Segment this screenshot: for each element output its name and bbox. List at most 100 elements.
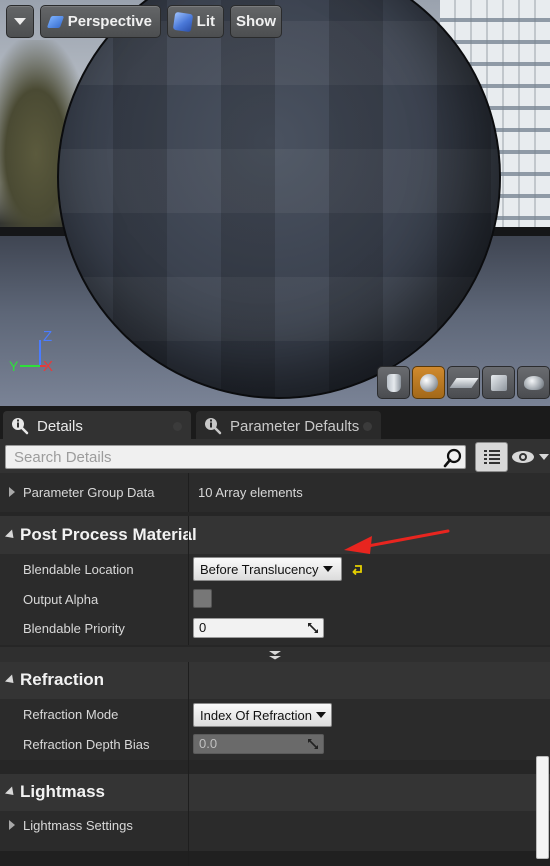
- drag-spin-icon[interactable]: [307, 738, 319, 750]
- chevron-down-icon: [316, 712, 326, 718]
- chevron-down-icon: [14, 18, 26, 25]
- perspective-icon: [46, 15, 64, 28]
- search-input[interactable]: [5, 445, 466, 469]
- dropdown-value: Index Of Refraction: [200, 707, 312, 723]
- section-title: Post Process Material: [20, 525, 197, 544]
- preview-mesh-toolbar: [377, 366, 550, 399]
- search-icon[interactable]: [443, 448, 463, 468]
- column-divider[interactable]: [188, 584, 189, 614]
- section-refraction[interactable]: Refraction: [0, 662, 550, 699]
- numeric-value: 0.0: [199, 736, 218, 751]
- info-search-icon: [12, 418, 29, 435]
- show-advanced-toggle[interactable]: [0, 647, 550, 662]
- viewport-menu-button[interactable]: [6, 5, 34, 38]
- refraction-mode-dropdown[interactable]: Index Of Refraction: [193, 703, 332, 727]
- refraction-depth-bias-input[interactable]: 0.0: [193, 734, 324, 754]
- column-divider[interactable]: [188, 760, 189, 774]
- property-label: Refraction Mode: [23, 707, 119, 722]
- preview-sphere-button[interactable]: [412, 366, 445, 399]
- preview-cube-button[interactable]: [482, 366, 515, 399]
- parameter-group-data-row[interactable]: Parameter Group Data 10 Array elements: [0, 473, 550, 512]
- column-divider[interactable]: [188, 774, 189, 811]
- tab-details[interactable]: Details: [3, 411, 191, 441]
- cylinder-icon: [386, 373, 401, 392]
- teapot-icon: [523, 375, 544, 390]
- collapse-arrow-icon: [4, 786, 18, 799]
- show-label: Show: [236, 13, 276, 30]
- lit-label: Lit: [196, 13, 215, 30]
- blendable-location-row: Blendable Location Before Translucency: [0, 554, 550, 584]
- refraction-depth-bias-row: Refraction Depth Bias 0.0: [0, 729, 550, 760]
- section-post-process-material[interactable]: Post Process Material: [0, 516, 550, 554]
- property-label: Blendable Priority: [23, 621, 125, 636]
- chevron-down-icon: [539, 454, 549, 460]
- material-preview-viewport[interactable]: Perspective Lit Show Z X Y: [0, 0, 550, 406]
- spacer-row: [0, 760, 550, 774]
- column-divider[interactable]: [188, 554, 189, 584]
- section-title: Lightmass: [20, 782, 106, 801]
- preview-teapot-button[interactable]: [517, 366, 550, 399]
- blendable-priority-row: Blendable Priority 0: [0, 614, 550, 645]
- blendable-location-dropdown[interactable]: Before Translucency: [193, 557, 342, 581]
- property-label: Blendable Location: [23, 562, 134, 577]
- expand-arrow-icon[interactable]: [9, 820, 15, 830]
- column-divider[interactable]: [188, 473, 189, 512]
- property-label: Refraction Depth Bias: [23, 737, 150, 752]
- property-value: 10 Array elements: [198, 485, 303, 500]
- lightmass-settings-row[interactable]: Lightmass Settings: [0, 811, 550, 851]
- details-scrollbar[interactable]: [536, 756, 549, 859]
- chevron-down-icon: [322, 566, 333, 572]
- list-view-icon: [483, 450, 500, 464]
- column-divider[interactable]: [188, 851, 189, 866]
- double-chevron-down-icon: [269, 650, 281, 659]
- column-divider[interactable]: [188, 729, 189, 760]
- section-title: Refraction: [20, 670, 105, 689]
- lit-button[interactable]: Lit: [167, 5, 224, 38]
- tab-details-label: Details: [37, 417, 83, 435]
- perspective-button[interactable]: Perspective: [40, 5, 161, 38]
- column-divider[interactable]: [188, 811, 189, 851]
- column-divider[interactable]: [188, 516, 189, 554]
- blendable-priority-input[interactable]: 0: [193, 618, 324, 638]
- reset-to-default-icon[interactable]: [352, 563, 364, 575]
- output-alpha-checkbox[interactable]: [193, 589, 212, 608]
- property-label: Output Alpha: [23, 592, 99, 607]
- close-icon[interactable]: [363, 422, 372, 431]
- numeric-value: 0: [199, 620, 207, 635]
- perspective-label: Perspective: [67, 13, 152, 30]
- show-button[interactable]: Show: [230, 5, 282, 38]
- view-options-button[interactable]: [475, 442, 508, 472]
- expand-arrow-icon[interactable]: [9, 487, 15, 497]
- drag-spin-icon[interactable]: [307, 622, 319, 634]
- plane-icon: [448, 377, 479, 388]
- close-icon[interactable]: [173, 422, 182, 431]
- cube-icon: [490, 374, 507, 391]
- search-row: [0, 439, 550, 473]
- tab-parameter-defaults[interactable]: Parameter Defaults: [196, 411, 381, 441]
- column-divider[interactable]: [188, 699, 189, 729]
- visibility-filter-button[interactable]: [511, 447, 549, 467]
- axis-x-label: X: [43, 358, 53, 374]
- column-divider[interactable]: [188, 662, 189, 699]
- property-label: Lightmass Settings: [23, 818, 133, 833]
- eye-icon: [512, 451, 534, 463]
- output-alpha-row: Output Alpha: [0, 584, 550, 614]
- refraction-mode-row: Refraction Mode Index Of Refraction: [0, 699, 550, 729]
- lit-cube-icon: [172, 11, 193, 32]
- preview-plane-button[interactable]: [447, 366, 480, 399]
- axis-z-label: Z: [43, 328, 52, 345]
- preview-cylinder-button[interactable]: [377, 366, 410, 399]
- collapse-arrow-icon: [4, 529, 18, 542]
- axis-y-label: Y: [9, 358, 19, 374]
- column-divider[interactable]: [188, 614, 189, 645]
- annotation-arrow: [344, 529, 450, 554]
- property-label: Parameter Group Data: [23, 485, 155, 500]
- axis-gizmo: Z X Y: [9, 328, 53, 374]
- sphere-icon: [419, 373, 438, 392]
- details-panel: Details Parameter Defaults Search Detail…: [0, 406, 550, 866]
- info-search-icon: [205, 418, 222, 435]
- dropdown-value: Before Translucency: [200, 561, 319, 577]
- panel-tab-bar: Details Parameter Defaults: [0, 406, 550, 441]
- section-lightmass[interactable]: Lightmass: [0, 774, 550, 811]
- spacer-row: [0, 851, 550, 866]
